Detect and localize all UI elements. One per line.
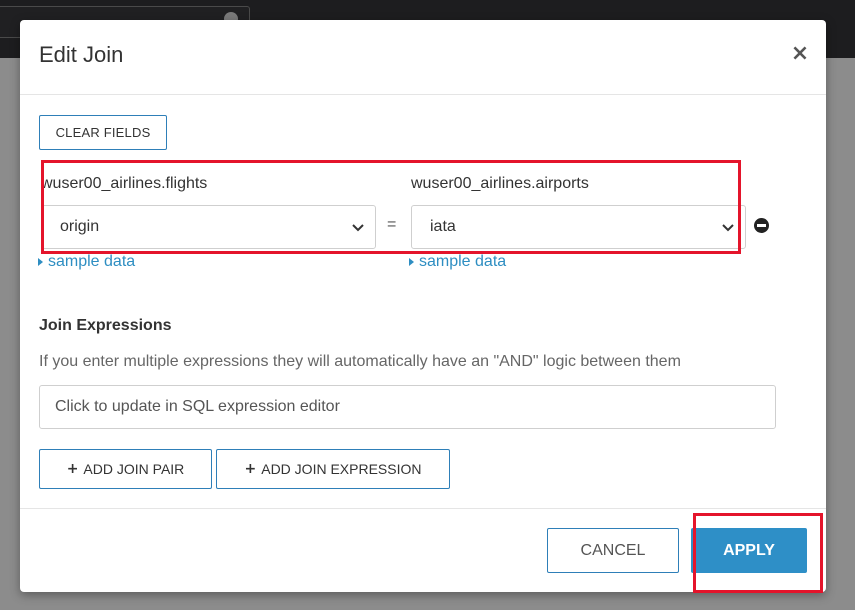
left-sample-data-label: sample data — [48, 253, 136, 270]
plus-icon: + — [244, 461, 257, 477]
caret-right-icon — [38, 258, 43, 266]
add-join-expression-label: ADD JOIN EXPRESSION — [261, 461, 422, 477]
apply-button[interactable]: APPLY — [691, 528, 807, 573]
join-expressions-title: Join Expressions — [39, 317, 172, 334]
sql-expression-input[interactable] — [39, 385, 776, 429]
chevron-down-icon — [352, 224, 364, 232]
edit-join-dialog: Edit Join × CLEAR FIELDS wuser00_airline… — [20, 20, 826, 593]
left-column-select[interactable]: origin — [41, 205, 376, 249]
right-column-select[interactable]: iata — [411, 205, 746, 249]
dialog-title: Edit Join — [39, 42, 124, 67]
left-table-label: wuser00_airlines.flights — [41, 175, 208, 192]
left-sample-data-link[interactable]: sample data — [38, 253, 135, 271]
join-operator: = — [387, 216, 397, 233]
add-join-pair-button[interactable]: + ADD JOIN PAIR — [39, 449, 212, 489]
dialog-header: Edit Join × — [20, 20, 826, 95]
minus-circle-icon[interactable] — [754, 218, 769, 233]
clear-fields-button[interactable]: CLEAR FIELDS — [39, 115, 167, 150]
right-sample-data-label: sample data — [419, 253, 507, 270]
plus-icon: + — [66, 461, 79, 477]
right-column-value: iata — [430, 218, 456, 235]
cancel-button[interactable]: CANCEL — [547, 528, 679, 573]
right-sample-data-link[interactable]: sample data — [409, 253, 506, 271]
left-column-value: origin — [60, 218, 100, 235]
join-expressions-description: If you enter multiple expressions they w… — [39, 353, 681, 370]
right-table-label: wuser00_airlines.airports — [411, 175, 589, 192]
chevron-down-icon — [722, 224, 734, 232]
add-join-pair-label: ADD JOIN PAIR — [83, 461, 185, 477]
add-join-expression-button[interactable]: + ADD JOIN EXPRESSION — [216, 449, 450, 489]
caret-right-icon — [409, 258, 414, 266]
close-icon[interactable]: × — [790, 42, 810, 66]
